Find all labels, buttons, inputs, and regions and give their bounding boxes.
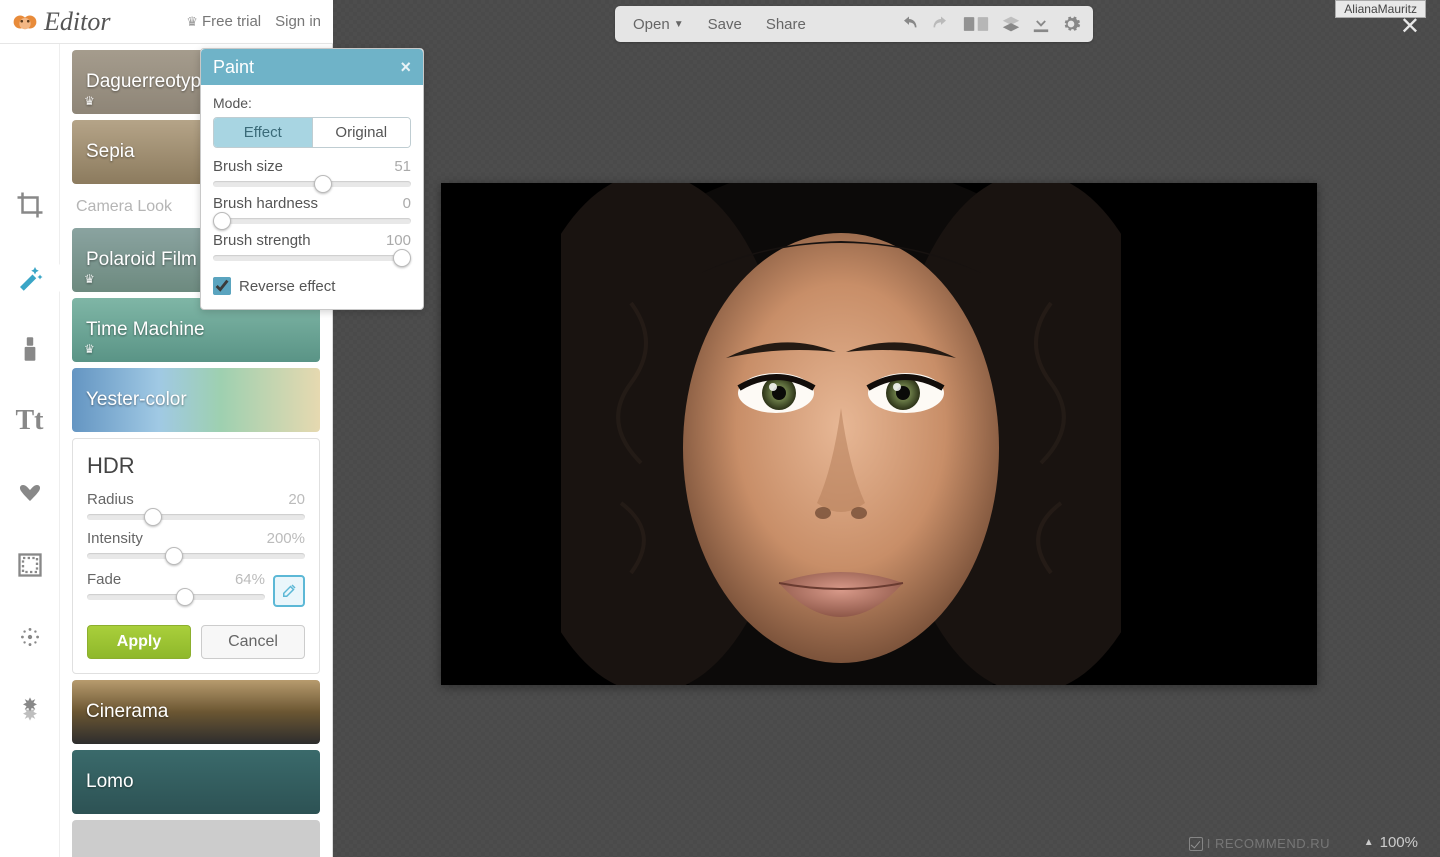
canvas-area: Open ▼ Save Share [333,0,1440,857]
hdr-fade-value: 64% [235,571,265,588]
hdr-intensity-row: Intensity 200% [87,530,305,547]
paint-popup: Paint × Mode: Effect Original Brush size… [200,48,424,310]
effect-tile-cinerama[interactable]: Cinerama [72,680,320,744]
hdr-intensity-value: 200% [267,530,305,547]
monkey-logo-icon [12,11,38,33]
mode-effect-button[interactable]: Effect [214,118,312,147]
sign-in-link[interactable]: Sign in [275,13,321,30]
premium-crown-icon: ♛ [84,272,95,286]
textures-tool[interactable] [9,616,51,658]
effect-label: Polaroid Film [86,249,197,271]
effect-label: Sepia [86,141,135,163]
brush-strength-label: Brush strength [213,232,311,249]
thumbs-up-icon [1189,837,1203,851]
hdr-fade-slider[interactable] [87,594,265,600]
overlay-close-icon[interactable]: ✕ [1400,12,1420,41]
portrait-placeholder [561,183,1121,685]
slider-thumb[interactable] [165,547,183,565]
zoom-value: 100% [1380,834,1418,851]
hdr-fade-label: Fade [87,571,121,588]
reverse-effect-checkbox[interactable] [213,277,231,295]
undo-icon[interactable] [895,11,923,37]
brush-size-label: Brush size [213,158,283,175]
effect-tile-more[interactable] [72,820,320,857]
brush-size-slider[interactable] [213,181,411,187]
cancel-button[interactable]: Cancel [201,625,305,659]
reverse-effect-row[interactable]: Reverse effect [213,277,411,295]
hdr-radius-row: Radius 20 [87,491,305,508]
slider-thumb[interactable] [314,175,332,193]
slider-thumb[interactable] [144,508,162,526]
hdr-panel: HDR Radius 20 Intensity 200% Fade 64% [72,438,320,674]
slider-thumb[interactable] [213,212,231,230]
text-tool[interactable]: Tt [9,400,51,442]
brush-hardness-slider[interactable] [213,218,411,224]
effects-tool[interactable] [9,256,51,298]
brush-hardness-value: 0 [403,195,411,212]
chevron-up-icon: ▲ [1364,837,1374,848]
hdr-intensity-slider[interactable] [87,553,305,559]
image-compare-icon[interactable] [959,11,993,37]
crop-tool[interactable] [9,184,51,226]
chevron-down-icon: ▼ [674,19,684,30]
effect-label: Cinerama [86,701,168,723]
apply-button[interactable]: Apply [87,625,191,659]
effect-label: Yester-color [86,389,187,411]
hdr-fade-row: Fade 64% [87,571,265,588]
paint-mode-segment: Effect Original [213,117,411,148]
download-icon[interactable] [1029,11,1053,37]
premium-crown-icon: ♛ [84,94,95,108]
frames-tool[interactable] [9,544,51,586]
layers-icon[interactable] [997,11,1025,37]
effect-tile-lomo[interactable]: Lomo [72,750,320,814]
canvas-toolbar: Open ▼ Save Share [615,6,1093,42]
mode-original-button[interactable]: Original [312,118,411,147]
brush-size-value: 51 [394,158,411,175]
touchup-tool[interactable] [9,328,51,370]
brush-strength-value: 100 [386,232,411,249]
open-button[interactable]: Open ▼ [623,12,694,37]
effect-label: Time Machine [86,319,205,341]
reverse-effect-label: Reverse effect [239,278,335,295]
themes-tool[interactable] [9,688,51,730]
slider-thumb[interactable] [176,588,194,606]
free-trial-label: Free trial [202,13,261,30]
overlays-tool[interactable] [9,472,51,514]
free-trial-link[interactable]: ♛ Free trial [186,13,261,30]
share-button[interactable]: Share [756,12,816,37]
brush-strength-slider[interactable] [213,255,411,261]
paint-popup-title: Paint [213,57,254,78]
effect-tile-yester-color[interactable]: Yester-color [72,368,320,432]
app-header: Editor ♛ Free trial Sign in [0,0,333,44]
brush-hardness-label: Brush hardness [213,195,318,212]
hdr-radius-slider[interactable] [87,514,305,520]
app-title: Editor [44,7,110,37]
image-stage[interactable] [441,183,1317,685]
hdr-radius-value: 20 [288,491,305,508]
hdr-title: HDR [87,453,305,479]
zoom-indicator[interactable]: ▲ 100% [1364,834,1418,851]
paint-popup-header[interactable]: Paint × [201,49,423,85]
tool-rail: Tt [0,44,60,857]
effect-label: Lomo [86,771,134,793]
settings-gear-icon[interactable] [1057,10,1085,38]
slider-thumb[interactable] [393,249,411,267]
save-button[interactable]: Save [698,12,752,37]
crown-icon: ♛ [186,14,198,30]
effect-label: Daguerreotype [86,71,212,93]
close-icon[interactable]: × [400,57,411,78]
paint-brush-button[interactable] [273,575,305,607]
site-watermark: I RECOMMEND.RU [1189,836,1330,851]
hdr-radius-label: Radius [87,491,134,508]
premium-crown-icon: ♛ [84,342,95,356]
redo-icon [927,11,955,37]
paint-mode-label: Mode: [213,95,411,111]
hdr-intensity-label: Intensity [87,530,143,547]
